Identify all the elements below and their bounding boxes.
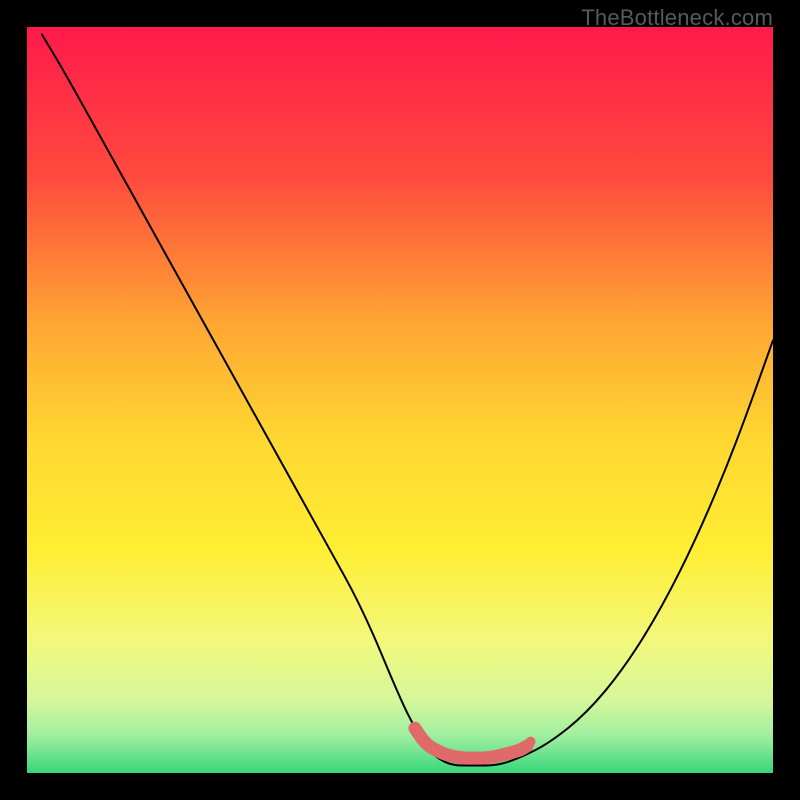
optimal-zone-endpoint (526, 737, 536, 747)
chart-frame: TheBottleneck.com (0, 0, 800, 800)
optimal-zone-marker (415, 728, 527, 758)
plot-area (27, 27, 773, 773)
bottleneck-curve (42, 34, 773, 765)
chart-svg (27, 27, 773, 773)
watermark-text: TheBottleneck.com (581, 5, 773, 31)
